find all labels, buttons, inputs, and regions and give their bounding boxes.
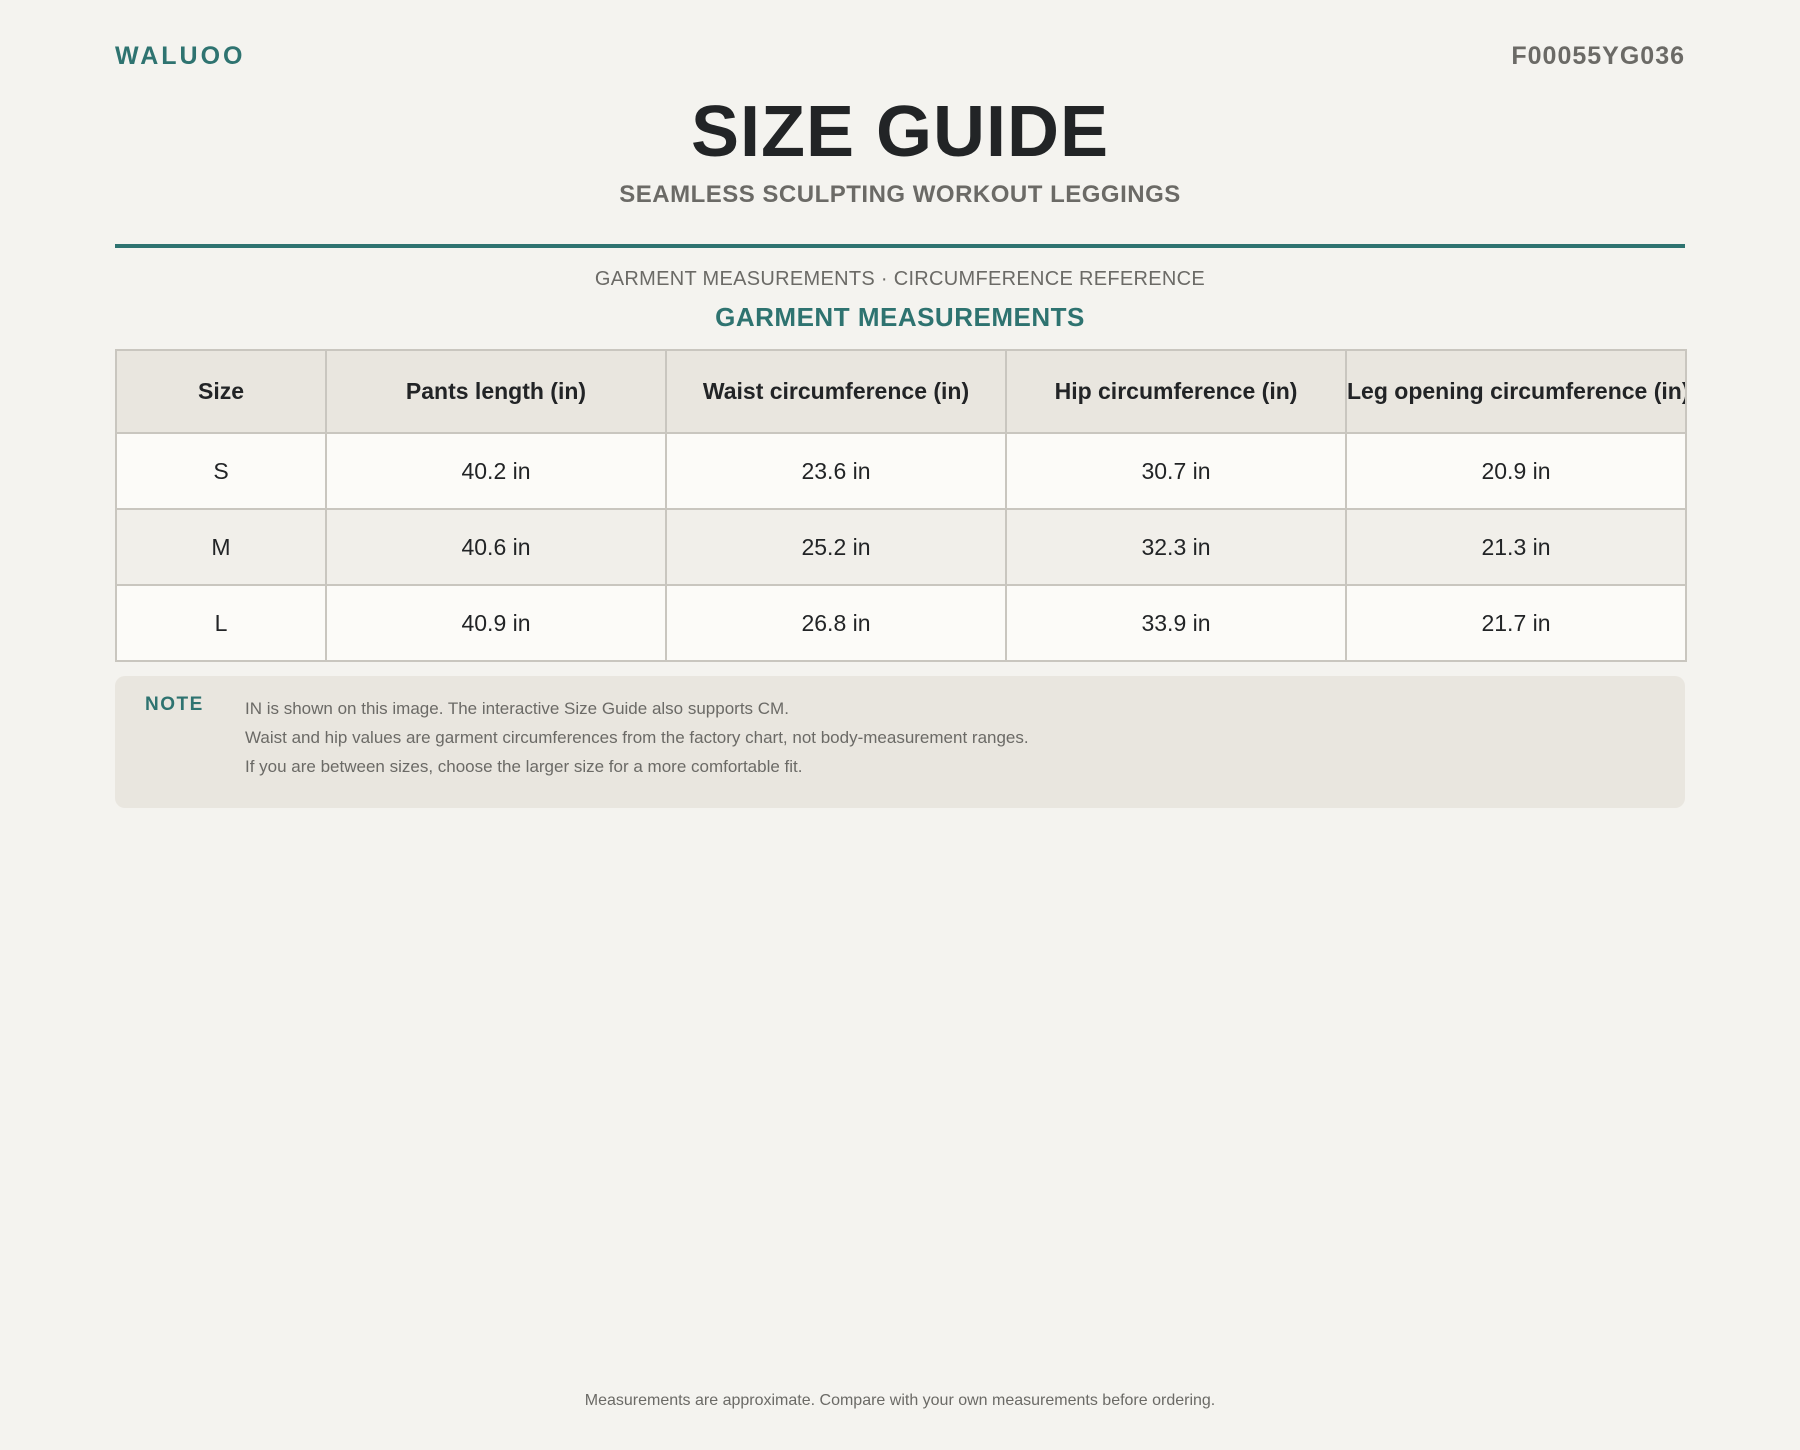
product-sku: F00055YG036 [1511,42,1685,70]
note-box: NOTE IN is shown on this image. The inte… [115,676,1685,808]
table-cell: S [115,432,327,510]
table-cell: M [115,508,327,586]
column-header-waist: Waist circumference (in) [665,349,1007,434]
note-line: If you are between sizes, choose the lar… [245,757,803,776]
table-cell: 21.7 in [1345,584,1687,662]
table-cell: 21.3 in [1345,508,1687,586]
table-cell: 32.3 in [1005,508,1347,586]
top-bar: WALUOO F00055YG036 [115,42,1685,76]
column-header-pants-length: Pants length (in) [325,349,667,434]
note-line: Waist and hip values are garment circumf… [245,728,1029,747]
column-header-size: Size [115,349,327,434]
brand-logo: WALUOO [115,42,246,70]
table-cell: 20.9 in [1345,432,1687,510]
table-cell: L [115,584,327,662]
note-line: IN is shown on this image. The interacti… [245,699,789,718]
product-name: SEAMLESS SCULPTING WORKOUT LEGGINGS [619,181,1181,208]
table-cell: 30.7 in [1005,432,1347,510]
table-cell: 40.2 in [325,432,667,510]
table-cell: 26.8 in [665,584,1007,662]
table-cell: 25.2 in [665,508,1007,586]
table-row: S 40.2 in 23.6 in 30.7 in 20.9 in [115,432,1687,510]
size-guide-page: WALUOO F00055YG036 SIZE GUIDE SEAMLESS S… [0,0,1800,1450]
table-cell: 40.6 in [325,508,667,586]
table-cell: 40.9 in [325,584,667,662]
header-divider [115,244,1685,248]
measurements-table: Size Pants length (in) Waist circumferen… [115,349,1687,662]
page-title: SIZE GUIDE [690,92,1110,172]
measurements-table-wrapper: Size Pants length (in) Waist circumferen… [115,349,1687,662]
table-cell: 23.6 in [665,432,1007,510]
section-caption: GARMENT MEASUREMENTS · CIRCUMFERENCE REF… [594,268,1206,290]
section-heading: GARMENT MEASUREMENTS [715,302,1085,332]
table-header-row: Size Pants length (in) Waist circumferen… [115,349,1687,434]
column-header-leg-opening: Leg opening circumference (in) [1345,349,1687,434]
table-row: L 40.9 in 26.8 in 33.9 in 21.7 in [115,584,1687,662]
table-cell: 33.9 in [1005,584,1347,662]
column-header-hip: Hip circumference (in) [1005,349,1347,434]
footer-disclaimer: Measurements are approximate. Compare wi… [584,1392,1216,1409]
note-text: IN is shown on this image. The interacti… [245,694,1029,781]
table-row: M 40.6 in 25.2 in 32.3 in 21.3 in [115,508,1687,586]
note-label: NOTE [145,694,204,715]
